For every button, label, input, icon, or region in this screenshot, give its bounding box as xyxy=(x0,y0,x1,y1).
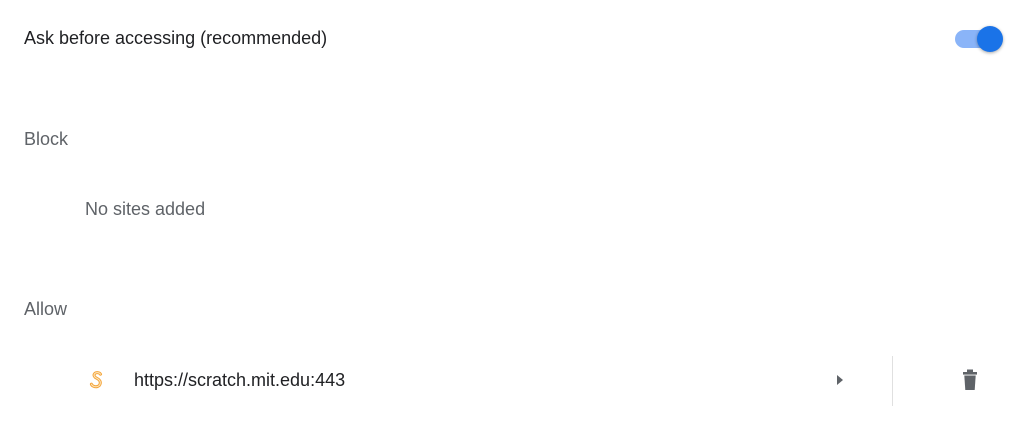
allow-section-heading: Allow xyxy=(24,299,68,319)
ask-before-accessing-row: Ask before accessing (recommended) xyxy=(0,0,1024,78)
ask-before-accessing-label: Ask before accessing (recommended) xyxy=(24,28,328,48)
ask-before-accessing-toggle[interactable] xyxy=(955,26,1003,52)
arrow-right-icon[interactable] xyxy=(826,368,854,392)
row-divider xyxy=(892,356,893,406)
block-empty-text: No sites added xyxy=(85,199,206,219)
allowed-site-url[interactable]: https://scratch.mit.edu:443 xyxy=(134,370,345,391)
scratch-favicon-icon xyxy=(87,369,107,391)
allowed-site-row[interactable]: https://scratch.mit.edu:443 xyxy=(0,346,1024,414)
trash-icon[interactable] xyxy=(954,364,986,396)
block-section-heading: Block xyxy=(24,129,69,149)
toggle-knob xyxy=(977,26,1003,52)
